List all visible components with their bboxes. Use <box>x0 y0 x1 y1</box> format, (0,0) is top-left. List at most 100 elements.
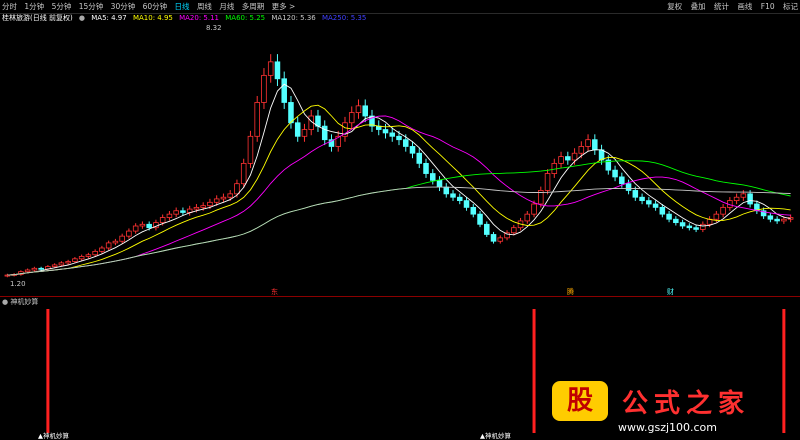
candle-body <box>213 198 220 203</box>
candle-body <box>497 237 504 242</box>
tab-1min[interactable]: 1分钟 <box>24 0 44 13</box>
tab-monthly[interactable]: 月线 <box>219 0 234 13</box>
low-price-label: 1.20 <box>10 280 26 288</box>
candle-body <box>639 196 645 202</box>
candle-body <box>254 102 260 137</box>
candle-body <box>470 206 477 215</box>
candle-body <box>700 223 706 230</box>
tab-5min[interactable]: 5分钟 <box>52 0 72 13</box>
candle-body <box>429 173 436 181</box>
ma5-value: MA5: 4.97 <box>91 14 127 22</box>
candle-body <box>619 176 625 185</box>
event-marker-3: 财 <box>667 287 674 296</box>
candle-body <box>207 201 213 207</box>
candle-body <box>740 193 747 198</box>
ma5-line <box>7 83 791 276</box>
candle-body <box>288 102 294 124</box>
logo-name: 公式之家 <box>622 389 751 419</box>
ma120-line <box>7 186 791 276</box>
candle-body <box>355 105 362 114</box>
candle-body <box>673 218 679 224</box>
stock-title: 桂林旅游(日线 前复权) <box>2 14 73 22</box>
logo-url: www.gszj100.com <box>618 421 718 434</box>
candle-body <box>592 139 598 151</box>
f10-button[interactable]: F10 <box>761 0 775 13</box>
candle-body <box>632 190 639 198</box>
candle-body <box>531 203 537 215</box>
period-toolbar: 分时 1分钟 5分钟 15分钟 30分钟 60分钟 日线 周线 月线 多周期 更… <box>0 0 800 14</box>
candle-body <box>666 213 672 220</box>
candle-body <box>234 183 240 195</box>
tab-fenshi[interactable]: 分时 <box>2 0 17 13</box>
signal-bar <box>532 309 536 433</box>
candle-body <box>220 196 227 200</box>
tab-30min[interactable]: 30分钟 <box>111 0 136 13</box>
tab-multi-period[interactable]: 多周期 <box>242 0 265 13</box>
draw-button[interactable]: 画线 <box>737 0 752 13</box>
candle-body <box>693 227 699 230</box>
candle-body <box>396 135 402 141</box>
mark-button[interactable]: 标记 <box>783 0 798 13</box>
indicator-name: 神机妙算 <box>10 298 39 306</box>
candle-body <box>112 240 119 244</box>
candle-body <box>267 61 274 76</box>
candle-body <box>72 258 78 262</box>
candle-body <box>139 223 146 227</box>
candle-body <box>490 234 497 242</box>
candle-body <box>713 213 720 220</box>
candle-body <box>423 162 429 174</box>
ma60-value: MA60: 5.25 <box>225 14 266 22</box>
candle-body <box>578 146 585 154</box>
signal-bar <box>46 309 50 433</box>
candle-body <box>524 213 531 222</box>
candle-body <box>362 105 369 117</box>
adjust-button[interactable]: 复权 <box>667 0 682 13</box>
candle-body <box>382 129 389 134</box>
candle-body <box>274 61 281 80</box>
candle-body <box>247 135 254 164</box>
tab-15min[interactable]: 15分钟 <box>79 0 104 13</box>
candle-body <box>443 186 450 195</box>
candle-body <box>389 132 396 137</box>
panel-divider[interactable] <box>0 296 800 297</box>
toolbar-actions: 复权 叠加 统计 画线 F10 标记 <box>661 0 798 13</box>
stats-button[interactable]: 统计 <box>714 0 729 13</box>
tab-daily[interactable]: 日线 <box>175 0 190 13</box>
candle-body <box>159 217 166 224</box>
tab-weekly[interactable]: 周线 <box>197 0 212 13</box>
candle-body <box>733 196 740 202</box>
site-watermark-logo: 股 公式之家 www.gszj100.com <box>544 381 794 437</box>
candle-body <box>463 200 470 208</box>
candle-body <box>240 162 247 185</box>
candle-body <box>571 152 578 161</box>
candle-body <box>51 264 58 268</box>
candle-body <box>348 112 355 124</box>
logo-gu-badge: 股 <box>552 381 608 421</box>
candle-body <box>747 193 753 205</box>
period-tabs: 分时 1分钟 5分钟 15分钟 30分钟 60分钟 日线 周线 月线 多周期 更… <box>2 0 300 13</box>
tab-more[interactable]: 更多 > <box>272 0 296 13</box>
overlay-button[interactable]: 叠加 <box>691 0 706 13</box>
event-marker-1: 东 <box>271 287 278 296</box>
tab-60min[interactable]: 60分钟 <box>143 0 168 13</box>
candle-body <box>544 173 551 191</box>
candle-body <box>551 162 558 174</box>
candle-body <box>58 262 65 266</box>
candle-body <box>652 203 659 208</box>
candle-body <box>659 206 666 215</box>
settings-dot-icon[interactable]: ● <box>79 14 85 22</box>
candle-body <box>78 256 85 260</box>
candle-body <box>65 261 71 264</box>
candle-body <box>511 227 517 234</box>
price-chart[interactable]: 8.32 1.20 东 腾 财 <box>0 24 800 296</box>
indicator-title: ● 神机妙算 <box>2 297 38 307</box>
candle-body <box>781 218 787 222</box>
candle-body <box>416 152 423 164</box>
candle-body <box>625 183 632 191</box>
candle-body <box>686 225 693 229</box>
candle-body <box>612 169 618 178</box>
candle-body <box>767 215 774 220</box>
candle-body <box>166 213 173 218</box>
ma10-value: MA10: 4.95 <box>132 14 173 22</box>
candle-body <box>774 218 780 222</box>
